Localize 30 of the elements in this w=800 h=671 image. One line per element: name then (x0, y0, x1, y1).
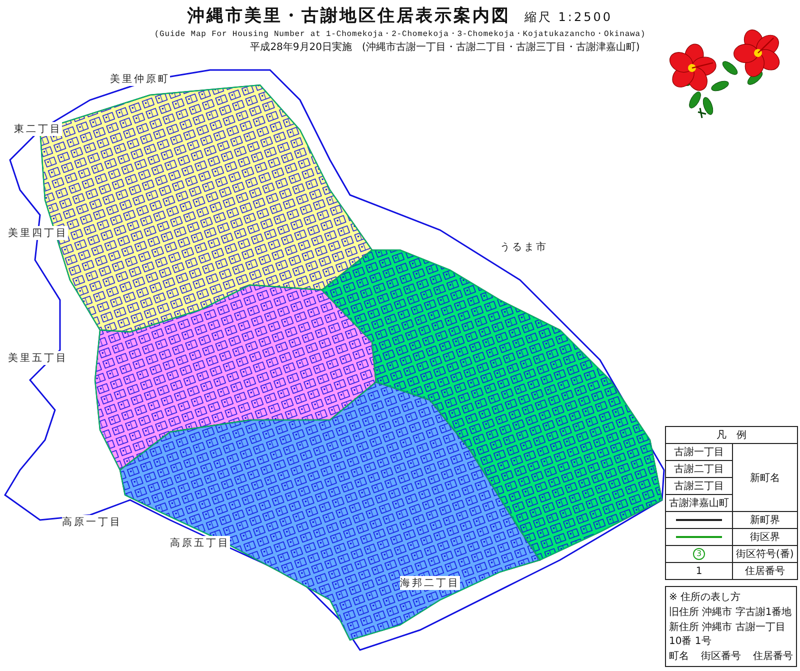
boundary-line-icon (676, 519, 722, 521)
legend-label: 新町界 (732, 512, 798, 528)
note-title: ※ 住所の表し方 (669, 590, 742, 604)
area-label: 美里仲原町 (110, 72, 170, 86)
scale-text: 縮尺 1:2500 (524, 9, 613, 26)
map-title: 沖縄市美里・古謝地区住居表示案内図 (187, 5, 510, 27)
legend-label: 街区符号(番) (732, 546, 798, 562)
area-label: 東二丁目 (14, 122, 62, 136)
note-part-label: 街区番号 (701, 650, 741, 663)
district-name: 古謝三丁目 (666, 478, 732, 494)
block-number-symbol: 3 (693, 548, 705, 560)
enforcement-date: 平成28年9月20日実施 (沖縄市古謝一丁目・古謝二丁目・古謝三丁目・古謝津嘉山町) (250, 40, 640, 54)
house-number-symbol: 1 (696, 566, 702, 576)
district-name: 古謝二丁目 (666, 460, 732, 478)
district-name: 古謝津嘉山町 (666, 494, 732, 512)
area-label: 海邦二丁目 (400, 576, 460, 590)
district-name: 古謝一丁目 (666, 444, 732, 460)
block-line-icon (676, 536, 722, 538)
area-label: うるま市 (500, 240, 548, 254)
legend-caption: 新町名 (732, 444, 798, 512)
area-label: 美里四丁目 (8, 226, 68, 240)
note-part-label: 住居番号 (753, 650, 793, 663)
legend-label: 街区界 (732, 528, 798, 546)
note-line: 新住所 沖縄市 古謝一丁目 10番 1号 (669, 620, 786, 648)
legend-title: 凡 例 (666, 426, 798, 444)
legend-label: 住居番号 (732, 562, 798, 580)
area-label: 高原五丁目 (170, 536, 230, 550)
english-subtitle: (Guide Map For Housing Number at 1-Chomekoja・2-Chomekoja・3-Chomekoja・Kojatukazancho・Okinawa) (154, 29, 646, 39)
note-line: 旧住所 沖縄市 字古謝1番地 (669, 606, 793, 619)
note-part-label: 町名 (669, 650, 689, 663)
